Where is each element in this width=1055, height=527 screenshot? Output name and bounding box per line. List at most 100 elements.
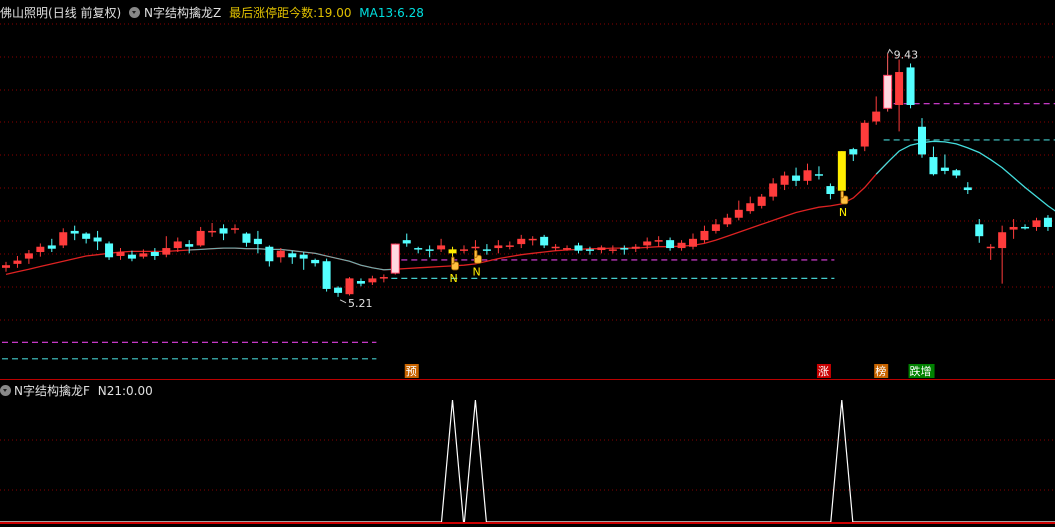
candle-body — [585, 249, 594, 251]
pointer-hand-icon — [840, 190, 849, 205]
candle-body — [952, 170, 961, 176]
last-limit-label: 最后涨停距今数: — [229, 6, 318, 20]
candle-body — [402, 240, 411, 244]
candle-body — [368, 278, 377, 283]
candle-body — [288, 253, 297, 258]
candle-body — [906, 67, 915, 105]
hand-finger — [451, 256, 455, 265]
candle-body — [757, 196, 766, 206]
candle-body — [883, 74, 893, 109]
candle-body — [540, 236, 549, 246]
candle-body — [734, 209, 743, 218]
candle-body — [620, 248, 629, 250]
ma-label: MA13: — [359, 6, 398, 20]
candle-body — [242, 233, 251, 243]
candle-body — [2, 265, 10, 268]
high-price-label: 9.43 — [894, 49, 919, 62]
ma13-line — [5, 161, 889, 276]
n21-series-line — [0, 399, 1055, 523]
candle-body — [414, 248, 423, 250]
candle-body — [643, 241, 652, 246]
candle-body — [849, 149, 858, 155]
signal-label: 跌增 — [910, 364, 932, 378]
candle-body — [837, 151, 846, 191]
pointer-hand-icon — [451, 256, 459, 271]
candle-body — [460, 249, 468, 251]
candle-body — [231, 228, 239, 230]
indicator-dropdown-icon[interactable] — [129, 7, 141, 18]
candle-body — [36, 246, 45, 253]
sub-chart-panel[interactable] — [0, 380, 1055, 527]
candle-body — [872, 111, 881, 122]
candle-body — [334, 287, 343, 293]
candle-body — [425, 249, 434, 251]
candle-body — [574, 245, 583, 251]
sub-indicator-dropdown-icon[interactable] — [0, 385, 11, 396]
candle-body — [929, 157, 938, 175]
candle-body — [265, 246, 274, 262]
candle-body — [276, 250, 285, 258]
candle-body — [93, 237, 102, 242]
candle-body — [13, 260, 22, 264]
candlestick-chart[interactable]: 9.43 5.21 N N N 预 涨 榜 跌增 — [0, 0, 1055, 380]
candle-body — [711, 224, 720, 231]
candle-body — [975, 224, 984, 237]
period-label: (日线 前复权) — [48, 6, 122, 20]
candle-body — [345, 278, 354, 295]
candle-body — [82, 233, 91, 239]
hand-finger — [474, 249, 478, 258]
candle-body — [940, 167, 949, 171]
candle-body — [322, 261, 331, 289]
candle-body — [803, 170, 812, 181]
candle-body — [162, 248, 171, 255]
candle-body — [780, 175, 789, 185]
bottom-axis-line — [0, 522, 1055, 524]
candle-body — [219, 228, 228, 234]
signal-label: 涨 — [818, 365, 829, 378]
candle-body — [356, 281, 365, 284]
main-chart-panel[interactable]: 9.43 5.21 N N N 预 涨 榜 跌增 — [0, 0, 1055, 380]
candle-body — [895, 72, 904, 105]
main-header: 佛山照明(日线 前复权) N字结构擒龙Z 最后涨停距今数:19.00 MA13:… — [0, 4, 428, 21]
indicator-name[interactable]: N字结构擒龙Z — [144, 6, 221, 20]
stock-name: 佛山照明 — [0, 6, 49, 20]
candle-body — [139, 253, 148, 257]
pointer-hand-icon — [474, 249, 482, 264]
n21-indicator-chart[interactable] — [0, 380, 1055, 527]
candle-body — [597, 247, 606, 251]
candle-body — [746, 203, 755, 212]
candle-body — [1009, 226, 1018, 230]
ma-value: 6.28 — [397, 6, 424, 20]
candle-body — [814, 174, 823, 176]
high-arrow — [887, 48, 894, 54]
low-arrow — [339, 299, 347, 304]
candle-body — [700, 230, 709, 241]
candle-body — [608, 249, 617, 251]
candle-body — [24, 253, 33, 259]
candle-body — [1021, 226, 1030, 229]
candle-body — [689, 238, 697, 247]
candle-body — [963, 187, 972, 191]
candle-body — [563, 248, 572, 250]
candle-body — [59, 232, 68, 246]
n21-label: N21: — [97, 384, 127, 398]
signal-label: 预 — [406, 365, 417, 378]
candle-body — [437, 245, 446, 250]
candle-body — [208, 230, 217, 233]
candle-body — [482, 249, 491, 251]
candle-body — [70, 230, 79, 234]
sub-indicator-name[interactable]: N字结构擒龙F — [14, 384, 90, 398]
candle-body — [528, 238, 537, 241]
candle-body — [311, 259, 320, 264]
n-marker-label: N — [839, 206, 847, 219]
last-limit-value: 19.00 — [317, 6, 352, 20]
candle-body — [677, 242, 686, 249]
candle-body — [1032, 220, 1041, 227]
candle-body — [551, 246, 560, 249]
sub-header: N字结构擒龙F N21:0.00 — [0, 382, 153, 399]
candle-body — [173, 241, 182, 249]
candle-body — [127, 254, 136, 259]
candle-body — [185, 244, 194, 247]
candle-body — [918, 126, 926, 155]
candle-body — [998, 232, 1007, 249]
